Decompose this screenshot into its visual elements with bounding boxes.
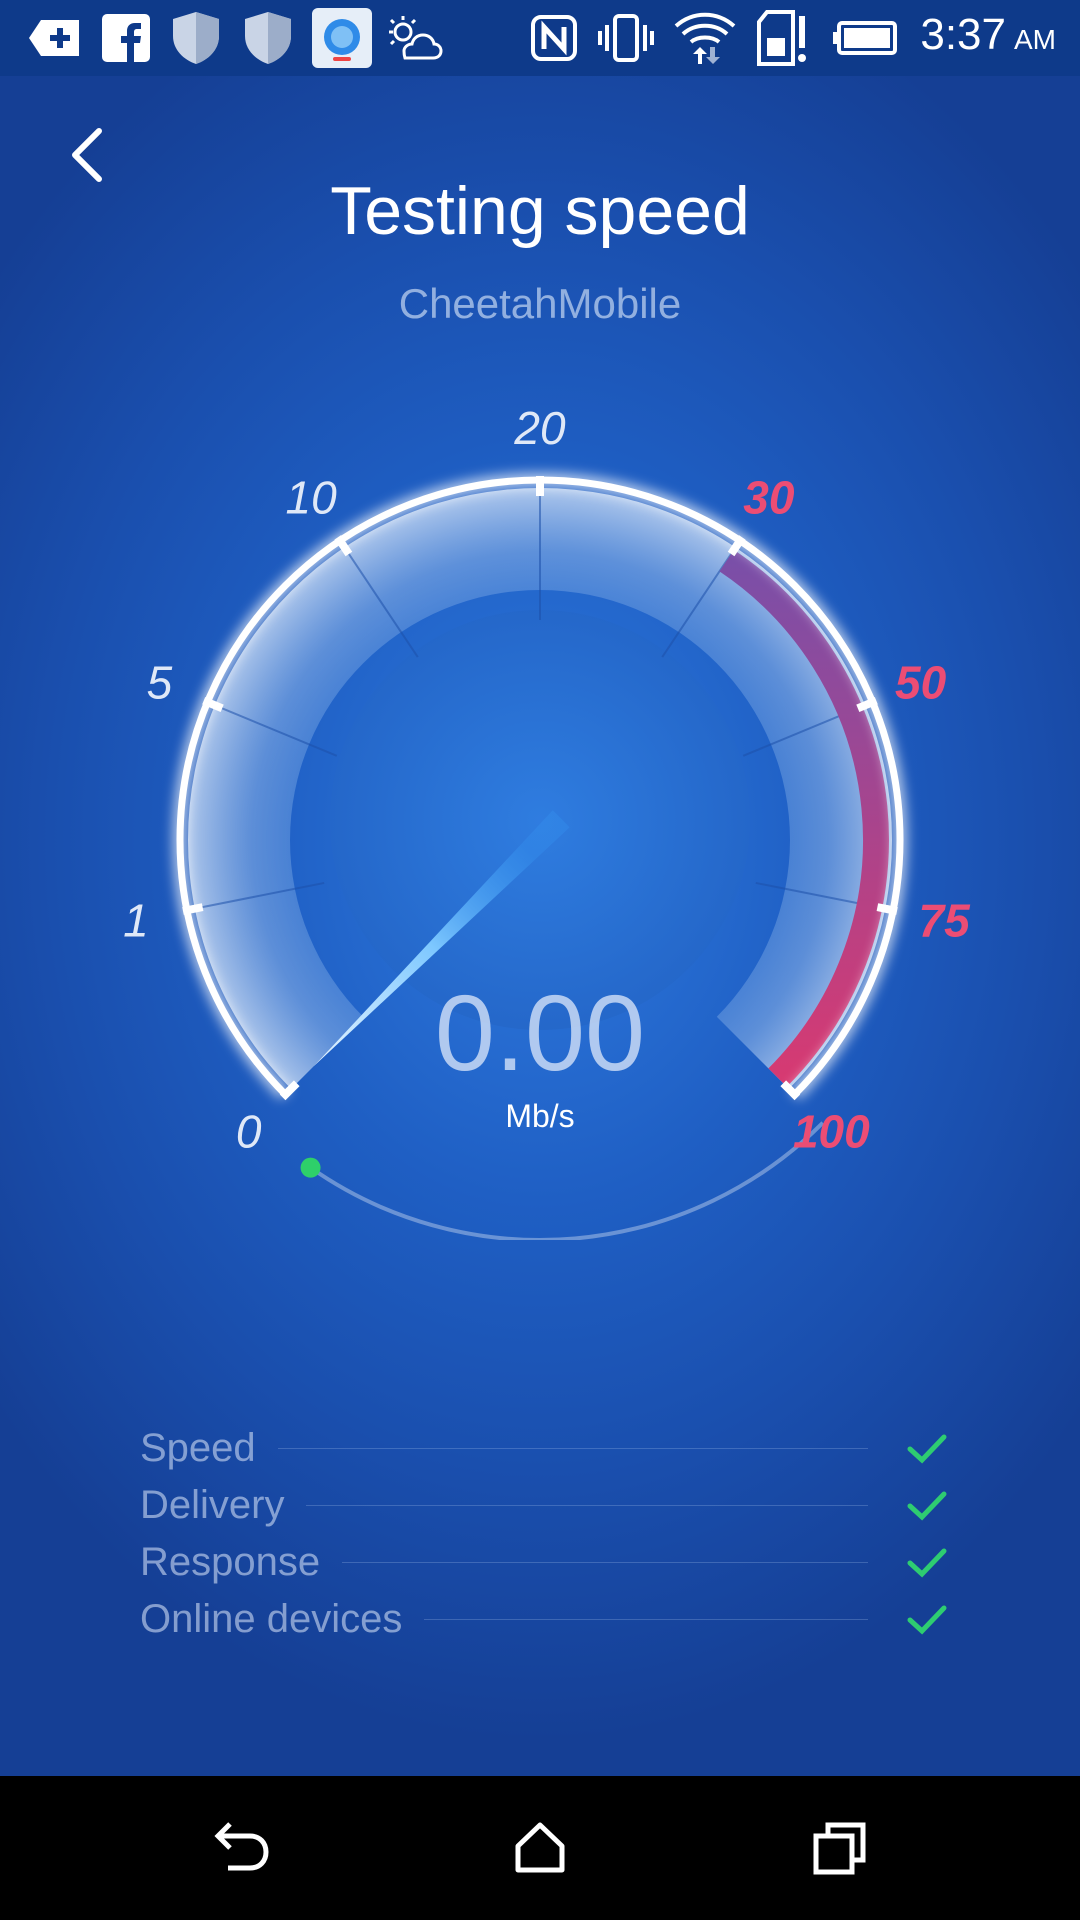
check-item-online-devices: Online devices	[140, 1591, 950, 1648]
status-bar: 3:37 AM	[0, 0, 1080, 76]
clock-ampm: AM	[1014, 24, 1056, 55]
checkmark-icon	[904, 1483, 950, 1529]
speed-test-screen: 3:37 AM Testing speed CheetahMobile 0 1 …	[0, 0, 1080, 1776]
speedtest-app-icon	[310, 8, 374, 68]
sd-card-alert-icon	[756, 10, 810, 66]
checkmark-icon	[904, 1540, 950, 1586]
checkmark-icon	[904, 1597, 950, 1643]
check-label: Speed	[140, 1426, 256, 1470]
gauge-tick	[182, 903, 204, 915]
check-label: Online devices	[140, 1597, 403, 1641]
speed-value: 0.00	[434, 972, 646, 1093]
wifi-icon	[672, 10, 738, 66]
divider	[342, 1562, 868, 1563]
nav-recents-button[interactable]	[800, 1808, 880, 1888]
clock-time: 3:37	[920, 10, 1006, 59]
gauge-scale-label: 1	[123, 894, 149, 946]
nav-back-button[interactable]	[200, 1808, 280, 1888]
divider	[277, 1448, 868, 1449]
check-label: Response	[140, 1540, 321, 1584]
recents-icon	[813, 1822, 866, 1875]
back-icon	[214, 1822, 269, 1871]
battery-icon	[830, 10, 898, 66]
shield-icon	[168, 10, 224, 66]
add-message-icon	[24, 10, 86, 66]
home-icon	[515, 1822, 565, 1873]
gauge-scale-label: 30	[743, 471, 795, 523]
divider	[424, 1619, 868, 1620]
weather-partly-cloudy-icon	[384, 10, 444, 66]
check-item-delivery: Delivery	[140, 1477, 950, 1534]
gauge-tick	[876, 903, 898, 915]
nfc-icon	[530, 10, 578, 66]
gauge-scale-label: 20	[513, 402, 566, 454]
checkmark-icon	[904, 1426, 950, 1472]
gauge-center	[330, 610, 750, 1030]
check-item-speed: Speed	[140, 1420, 950, 1477]
network-name: CheetahMobile	[398, 280, 682, 327]
navigation-bar	[0, 1776, 1080, 1920]
gauge-scale-label: 75	[918, 894, 971, 946]
speed-unit: Mb/s	[505, 1098, 575, 1134]
gauge-scale-label: 50	[895, 656, 947, 708]
test-checklist: Speed Delivery Response Online devices	[140, 1420, 950, 1648]
facebook-icon	[100, 10, 152, 66]
gauge-scale-label: 5	[147, 656, 173, 708]
divider	[306, 1505, 868, 1506]
clock: 3:37 AM	[920, 10, 1056, 66]
nav-home-button[interactable]	[500, 1808, 580, 1888]
check-label: Delivery	[140, 1483, 285, 1527]
progress-track	[309, 1121, 825, 1240]
progress-indicator	[300, 1157, 321, 1178]
shield-icon	[240, 10, 296, 66]
vibrate-icon	[596, 10, 656, 66]
page-title: Testing speed	[330, 173, 750, 249]
check-item-response: Response	[140, 1534, 950, 1591]
gauge-scale-label: 10	[286, 471, 338, 523]
